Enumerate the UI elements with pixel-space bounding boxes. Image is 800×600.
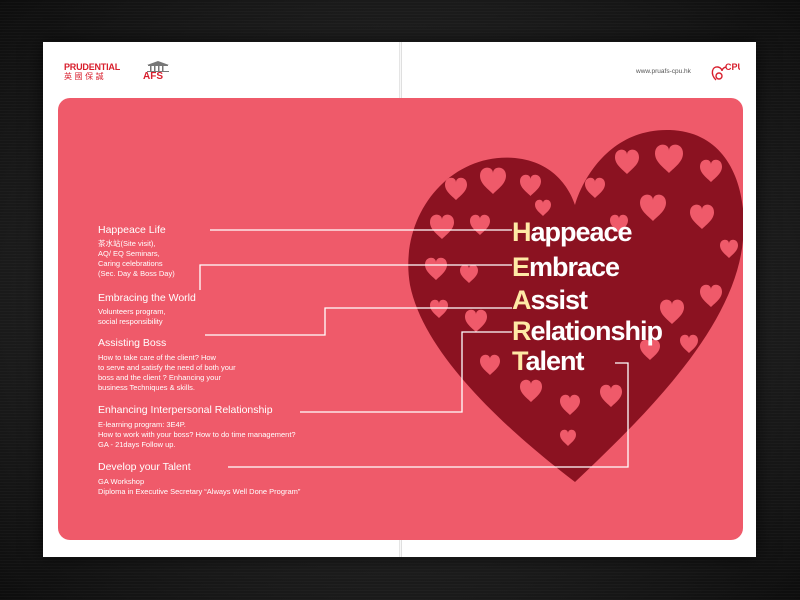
item-desc-line: How to take care of the client? How — [98, 353, 216, 362]
item-desc-line: E-learning program: 3E4P. — [98, 420, 186, 429]
cpu-logo-text: CPU — [725, 62, 740, 72]
item-title-interpersonal: Enhancing Interpersonal Relationship — [98, 404, 273, 416]
item-desc-line: business Techniques & skills. — [98, 383, 195, 392]
prudential-logo: PRUDENTIAL 英 國 保 誠 — [64, 62, 134, 86]
prudential-name: PRUDENTIAL — [64, 62, 120, 72]
item-desc-line: boss and the client ? Enhancing your — [98, 373, 221, 382]
heart-initial: E — [512, 252, 530, 282]
heart-word-rest: appeace — [530, 217, 633, 247]
item-desc-assisting-boss: How to take care of the client? How to s… — [98, 353, 236, 393]
heart-initial: R — [512, 316, 531, 346]
heart-initial: H — [512, 217, 531, 247]
item-desc-happeace-life: 茶水站(Site visit), AQ/ EQ Seminars, Caring… — [98, 239, 175, 279]
item-desc-line: Caring celebrations — [98, 259, 163, 268]
item-title-happeace-life: Happeace Life — [98, 224, 166, 236]
item-title-assisting-boss: Assisting Boss — [98, 337, 167, 349]
item-desc-embracing-world: Volunteers program, social responsibilit… — [98, 307, 166, 327]
item-desc-line: Diploma in Executive Secretary “Always W… — [98, 487, 301, 496]
afs-logo-text: AFS — [143, 71, 163, 82]
item-desc-line: 茶水站(Site visit), — [98, 239, 156, 248]
heart-word-rest: alent — [525, 346, 585, 376]
website-url: www.pruafs-cpu.hk — [636, 68, 691, 75]
heart-word-assist: Assist — [512, 285, 589, 315]
heart-word-rest: ssist — [530, 285, 589, 315]
item-desc-line: Volunteers program, — [98, 307, 166, 316]
item-title-embracing-world: Embracing the World — [98, 292, 196, 304]
heart-initial: A — [512, 285, 531, 315]
heart-word-rest: mbrace — [529, 252, 620, 282]
item-desc-line: social responsibility — [98, 317, 163, 326]
cpu-logo: CPU — [710, 60, 744, 88]
item-title-develop-talent: Develop your Talent — [98, 461, 191, 473]
cpu-heart-logo-icon: CPU — [711, 62, 744, 81]
item-desc-line: (Sec. Day & Boss Day) — [98, 269, 175, 278]
heart-word-happeace: Happeace — [512, 217, 633, 247]
item-desc-line: How to work with your boss? How to do ti… — [98, 430, 296, 439]
item-desc-line: GA Workshop — [98, 477, 145, 486]
item-desc-line: GA - 21days Follow up. — [98, 440, 176, 449]
item-desc-line: to serve and satisfy the need of both yo… — [98, 363, 236, 372]
heart-initial: T — [512, 346, 526, 376]
prudential-chinese-name: 英 國 保 誠 — [64, 72, 104, 81]
heart-word-embrace: Embrace — [512, 252, 620, 282]
afs-logo: AFS — [143, 59, 173, 89]
item-desc-develop-talent: GA Workshop Diploma in Executive Secreta… — [98, 477, 300, 497]
item-desc-line: AQ/ EQ Seminars, — [98, 249, 160, 258]
item-desc-interpersonal: E-learning program: 3E4P. How to work wi… — [98, 420, 296, 450]
heart-word-rest: elationship — [530, 316, 664, 346]
heart-word-relationship: Relationship — [512, 316, 664, 346]
heart-word-talent: Talent — [512, 346, 585, 376]
